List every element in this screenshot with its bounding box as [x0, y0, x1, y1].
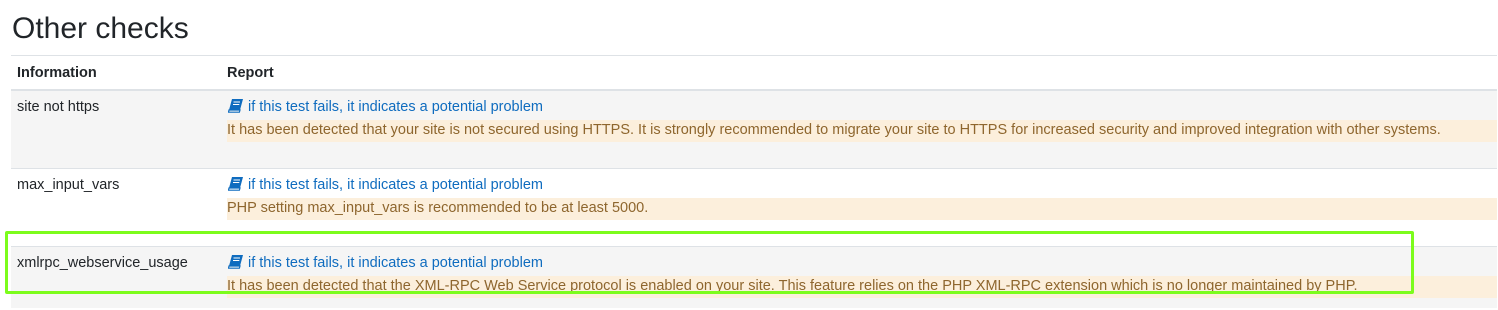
- row-information: site not https: [11, 89, 221, 169]
- row-spacer: [227, 142, 1491, 158]
- book-icon: [228, 255, 243, 269]
- book-icon: [228, 177, 243, 191]
- row-spacer: [227, 220, 1491, 236]
- row-report: if this test fails, it indicates a poten…: [221, 89, 1497, 169]
- docs-link-text: if this test fails, it indicates a poten…: [248, 99, 543, 115]
- table-row: xmlrpc_webservice_usage if this test fai…: [11, 246, 1497, 308]
- header-information: Information: [11, 55, 221, 91]
- table-row: site not https if this test fails, it in…: [11, 89, 1497, 169]
- docs-link[interactable]: if this test fails, it indicates a poten…: [228, 177, 543, 194]
- warning-message: PHP setting max_input_vars is recommende…: [227, 198, 1497, 220]
- docs-link-text: if this test fails, it indicates a poten…: [248, 177, 543, 193]
- table-header-row: Information Report: [11, 55, 1497, 91]
- row-information: xmlrpc_webservice_usage: [11, 246, 221, 308]
- page-title: Other checks: [12, 12, 189, 45]
- row-information: max_input_vars: [11, 168, 221, 247]
- warning-message: It has been detected that the XML-RPC We…: [227, 276, 1497, 298]
- docs-link-text: if this test fails, it indicates a poten…: [248, 255, 543, 271]
- other-checks-table: Information Report site not https if thi…: [11, 55, 1497, 308]
- other-checks-page: Other checks Information Report site not…: [0, 0, 1498, 310]
- row-report: if this test fails, it indicates a poten…: [221, 168, 1497, 247]
- header-report: Report: [221, 55, 1497, 91]
- row-report: if this test fails, it indicates a poten…: [221, 246, 1497, 308]
- docs-link[interactable]: if this test fails, it indicates a poten…: [228, 255, 543, 272]
- docs-link[interactable]: if this test fails, it indicates a poten…: [228, 99, 543, 116]
- table-row: max_input_vars if this test fails, it in…: [11, 168, 1497, 247]
- book-icon: [228, 99, 243, 113]
- warning-message: It has been detected that your site is n…: [227, 120, 1497, 142]
